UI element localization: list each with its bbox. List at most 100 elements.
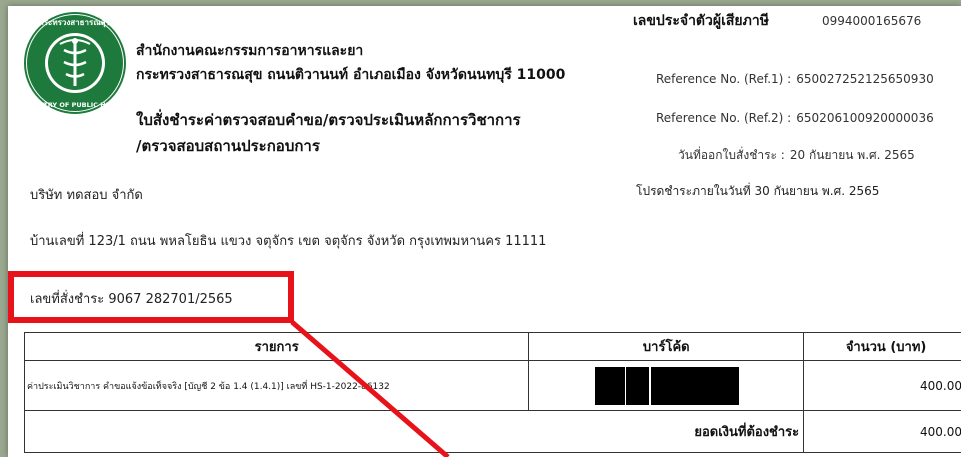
company-name: บริษัท ทดสอบ จำกัด: [30, 188, 143, 203]
barcode-bar: [641, 366, 643, 405]
item-description: ค่าประเมินวิชาการ คำขอแจ้งข้อเท็จจริง [บ…: [23, 360, 530, 411]
barcode-bar: [700, 366, 702, 405]
barcode-bar: [598, 366, 602, 405]
emblem-text-top: กระทรวงสาธารณสุข: [39, 18, 111, 28]
barcode-bar: [601, 366, 605, 405]
barcode-bar: [684, 366, 688, 405]
barcode-bar: [627, 366, 629, 405]
barcode-bar: [698, 366, 700, 405]
barcode-bar: [621, 366, 624, 405]
ref1-value: 650027252125650930: [796, 72, 934, 86]
emblem-text-bottom: MINISTRY OF PUBLIC HEALTH: [22, 101, 128, 109]
barcode-bar: [642, 366, 644, 405]
barcode-bar: [670, 366, 673, 405]
barcode-bar: [676, 366, 678, 405]
barcode-bar: [717, 366, 720, 405]
barcode-bar: [637, 366, 641, 405]
barcode-bar: [594, 366, 596, 405]
barcode-bar: [703, 366, 706, 405]
barcode-bar: [625, 366, 628, 405]
highlight-box: [8, 271, 294, 323]
barcode-bar: [597, 366, 599, 405]
issue-date-value: 20 กันยายน พ.ศ. 2565: [789, 148, 915, 162]
tax-id-label: เลขประจำตัวผู้เสียภาษี: [633, 13, 769, 29]
payment-items-table: รายการ บาร์โค้ด จำนวน (บาท) ค่าประเมินวิ…: [23, 332, 961, 453]
barcode-bar: [645, 366, 647, 405]
barcode-bar: [653, 366, 655, 405]
barcode-bar: [719, 366, 723, 405]
company-address: บ้านเลขที่ 123/1 ถนน พหลโยธิน แขวง จตุจั…: [30, 234, 547, 249]
total-label: ยอดเงินที่ต้องชำระ: [23, 410, 805, 453]
ref2-label: Reference No. (Ref.2) :: [656, 111, 792, 125]
barcode-bar: [672, 366, 676, 405]
barcode-bar: [736, 366, 739, 405]
barcode-bar: [679, 366, 681, 405]
ministry-emblem-icon: กระทรวงสาธารณสุข MINISTRY OF PUBLIC HEAL…: [22, 12, 128, 114]
barcode-bar: [683, 366, 685, 405]
barcode-bar: [675, 366, 677, 405]
ref2-value: 650206100920000036: [796, 111, 934, 125]
barcode-bar: [690, 366, 692, 405]
barcode-bar: [732, 366, 736, 405]
document-title-line1: ใบสั่งชำระค่าตรวจสอบคำขอ/ตรวจประเมินหลัก…: [136, 111, 521, 129]
tax-id-value: 0994000165676: [822, 14, 922, 28]
barcode-bar: [618, 366, 620, 405]
barcode-bar: [617, 366, 619, 405]
barcode-bar: [701, 366, 704, 405]
barcode-bar: [665, 366, 669, 405]
barcode-bar: [708, 366, 710, 405]
document-title-line2: /ตรวจสอบสถานประกอบการ: [136, 137, 320, 155]
total-row: ยอดเงินที่ต้องชำระ 400.00: [23, 410, 961, 453]
agency-address: กระทรวงสาธารณสุข ถนนติวานนท์ อำเภอเมือง …: [136, 67, 566, 83]
ref1-label: Reference No. (Ref.1) :: [656, 72, 792, 86]
table-header-row: รายการ บาร์โค้ด จำนวน (บาท): [23, 332, 961, 361]
barcode-bar: [687, 366, 691, 405]
header-barcode: บาร์โค้ด: [528, 332, 805, 361]
barcode-bar: [657, 366, 660, 405]
barcode-bar: [611, 366, 615, 405]
ref1-line: Reference No. (Ref.1) : 6500272521256509…: [656, 68, 934, 87]
barcode-bar: [668, 366, 671, 405]
barcode-bar: [730, 366, 733, 405]
barcode-bar: [654, 366, 658, 405]
barcode-bar: [619, 366, 622, 405]
barcode-bar: [699, 366, 701, 405]
due-date-text: โปรดชำระภายในวันที่ 30 กันยายน พ.ศ. 2565: [636, 184, 880, 198]
barcode-bar: [692, 366, 695, 405]
barcode-bar: [640, 366, 642, 405]
barcode-bar: [646, 366, 649, 405]
barcode-bar: [633, 366, 636, 405]
barcode-bar: [677, 366, 680, 405]
issue-date-line: วันที่ออกใบสั่งชำระ : 20 กันยายน พ.ศ. 25…: [678, 144, 915, 165]
barcode-bar: [691, 366, 693, 405]
item-amount: 400.00: [803, 360, 961, 411]
header-description: รายการ: [23, 332, 530, 361]
barcode-bar: [694, 366, 697, 405]
barcode-bar: [714, 366, 718, 405]
payment-document: กระทรวงสาธารณสุข MINISTRY OF PUBLIC HEAL…: [8, 6, 961, 457]
issue-date-label: วันที่ออกใบสั่งชำระ :: [678, 148, 785, 162]
barcode-bar: [643, 366, 646, 405]
agency-name: สำนักงานคณะกรรมการอาหารและยา: [136, 43, 364, 59]
barcode-bar: [610, 366, 612, 405]
barcode-bar: [628, 366, 631, 405]
barcode-bar: [595, 366, 598, 405]
barcode-bar: [711, 366, 715, 405]
barcode-bar: [705, 366, 709, 405]
barcode-bar: [659, 366, 663, 405]
ref2-line: Reference No. (Ref.2) : 6502061009200000…: [656, 107, 934, 126]
barcode-bar: [724, 366, 728, 405]
barcode-bar: [630, 366, 634, 405]
header-amount: จำนวน (บาท): [803, 332, 961, 361]
barcode-bar: [722, 366, 725, 405]
barcode-bar: [604, 366, 608, 405]
barcode-bar: [607, 366, 611, 405]
barcode-bar: [650, 366, 654, 405]
table-row: ค่าประเมินวิชาการ คำขอแจ้งข้อเท็จจริง [บ…: [23, 360, 961, 411]
barcode-bar: [680, 366, 684, 405]
barcode-bar: [623, 366, 625, 405]
barcode-bar: [735, 366, 737, 405]
barcode-bar: [696, 366, 699, 405]
barcode-bar: [727, 366, 731, 405]
barcode-bar: [709, 366, 712, 405]
